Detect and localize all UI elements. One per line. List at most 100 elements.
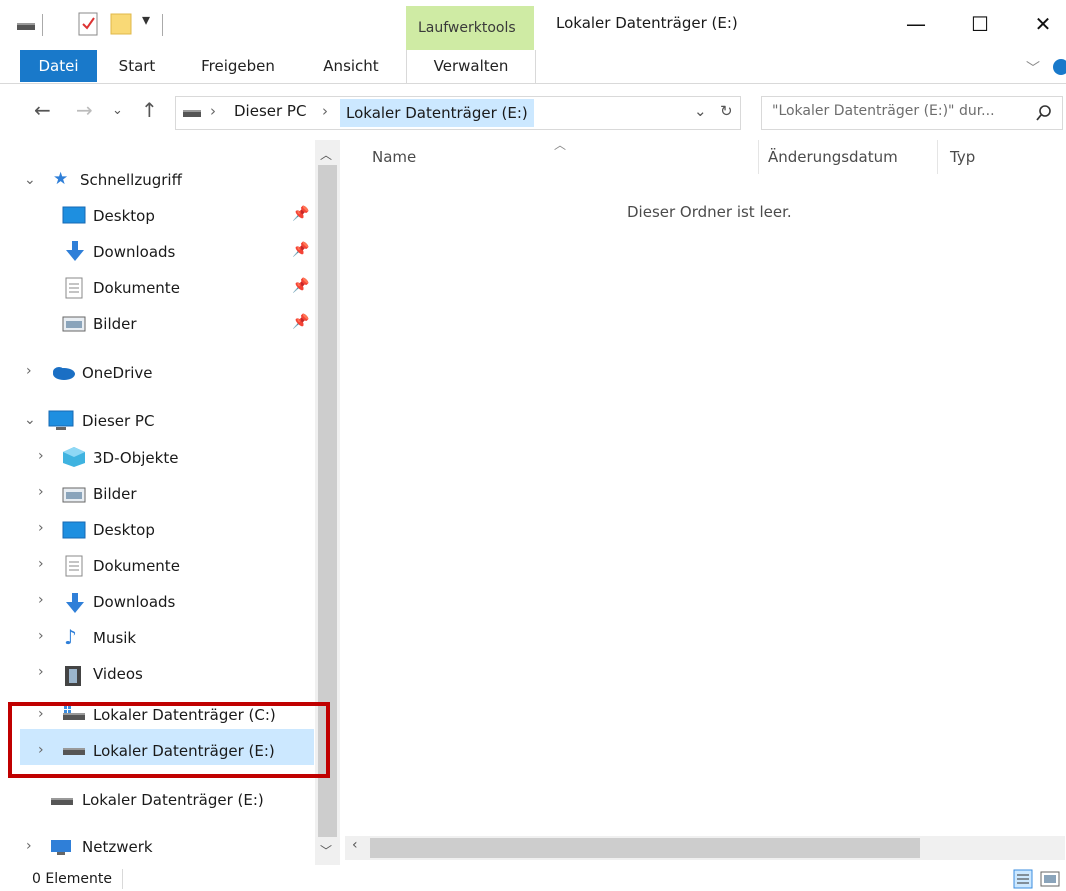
collapse-icon[interactable]: ⌄ (24, 172, 36, 188)
details-view-icon[interactable] (1013, 869, 1033, 889)
address-bar[interactable]: › Dieser PC › Lokaler Datenträger (E:) ⌄… (175, 96, 741, 130)
nav-item-downloads[interactable]: Downloads (93, 585, 175, 619)
scroll-down-icon[interactable]: ﹀ (320, 842, 332, 859)
drive-icon[interactable] (16, 20, 36, 32)
customize-toolbar-icon[interactable]: ▾ (142, 10, 150, 29)
expand-icon[interactable]: › (38, 484, 44, 500)
tab-start[interactable]: Start (108, 50, 166, 82)
back-icon[interactable]: ← (34, 98, 51, 122)
content-scrollbar-thumb[interactable] (370, 838, 920, 858)
context-tab-header: Laufwerktools (406, 6, 534, 50)
search-box[interactable]: "Lokaler Datenträger (E:)" dur... (761, 96, 1063, 130)
recent-locations-icon[interactable]: ⌄ (112, 103, 123, 118)
drive-icon (183, 110, 201, 117)
expand-icon[interactable]: › (26, 363, 32, 379)
tab-freigeben[interactable]: Freigeben (190, 50, 286, 82)
expand-icon[interactable]: › (38, 628, 44, 644)
nav-item-drive-c[interactable]: Lokaler Datenträger (C:) (93, 698, 276, 732)
pictures-icon (62, 487, 86, 503)
nav-item-schnellzugriff[interactable]: Schnellzugriff (80, 163, 182, 197)
up-icon[interactable]: ↑ (141, 98, 158, 122)
nav-item-dokumente[interactable]: Dokumente (93, 271, 180, 305)
nav-item-desktop[interactable]: Desktop (93, 199, 155, 233)
breadcrumb-separator: › (210, 102, 216, 120)
pin-icon[interactable]: 📌 (292, 278, 309, 294)
system-drive-icon (63, 706, 85, 720)
column-type[interactable]: Typ (950, 148, 975, 166)
breadcrumb-dieser-pc[interactable]: Dieser PC (234, 102, 306, 120)
drive-icon (63, 748, 85, 755)
tab-datei[interactable]: Datei (20, 50, 97, 82)
nav-item-onedrive[interactable]: OneDrive (82, 356, 153, 390)
ribbon-expand-icon[interactable]: ﹀ (1026, 58, 1040, 78)
column-divider[interactable] (758, 140, 759, 174)
downloads-icon (66, 593, 84, 613)
expand-icon[interactable]: › (38, 592, 44, 608)
videos-icon (65, 666, 81, 686)
nav-item-desktop[interactable]: Desktop (93, 513, 155, 547)
nav-item-downloads[interactable]: Downloads (93, 235, 175, 269)
3d-objects-icon (63, 447, 85, 467)
tab-verwalten[interactable]: Verwalten (406, 50, 536, 83)
nav-item-bilder[interactable]: Bilder (93, 477, 137, 511)
downloads-icon (66, 241, 84, 261)
maximize-button[interactable]: ☐ (957, 8, 1003, 40)
search-icon[interactable] (1036, 105, 1052, 121)
column-modified[interactable]: Änderungsdatum (768, 148, 898, 166)
this-pc-icon (48, 410, 74, 430)
expand-icon[interactable]: › (38, 664, 44, 680)
nav-item-videos[interactable]: Videos (93, 657, 143, 691)
documents-icon (65, 277, 83, 299)
breadcrumb-separator: › (322, 102, 328, 120)
item-count: 0 Elemente (32, 871, 112, 887)
separator (162, 14, 163, 36)
separator (122, 869, 123, 889)
pin-icon[interactable]: 📌 (292, 206, 309, 222)
nav-item-bilder[interactable]: Bilder (93, 307, 137, 341)
desktop-icon (62, 206, 86, 224)
new-folder-icon[interactable] (110, 12, 132, 36)
expand-icon[interactable]: › (38, 448, 44, 464)
nav-item-dieser-pc[interactable]: Dieser PC (82, 404, 154, 438)
pin-icon[interactable]: 📌 (292, 242, 309, 258)
expand-icon[interactable]: › (26, 838, 32, 854)
separator (42, 14, 43, 36)
scroll-up-icon[interactable]: ︿ (320, 146, 332, 163)
breadcrumb-current[interactable]: Lokaler Datenträger (E:) (340, 99, 534, 127)
expand-icon[interactable]: › (38, 742, 44, 758)
ribbon-tabs: Datei Start Freigeben Ansicht Verwalten … (0, 50, 1066, 84)
documents-icon (65, 555, 83, 577)
expand-icon[interactable]: › (38, 520, 44, 536)
close-button[interactable]: ✕ (1020, 8, 1066, 40)
nav-item-netzwerk[interactable]: Netzwerk (82, 830, 153, 864)
properties-icon[interactable] (78, 12, 98, 36)
address-dropdown-icon[interactable]: ⌄ (694, 102, 707, 120)
scroll-left-icon[interactable]: ‹ (352, 837, 358, 853)
nav-item-drive-e[interactable]: Lokaler Datenträger (E:) (93, 734, 275, 768)
pictures-icon (62, 316, 86, 332)
pin-icon[interactable]: 📌 (292, 314, 309, 330)
expand-icon[interactable]: › (38, 706, 44, 722)
column-divider[interactable] (937, 140, 938, 174)
empty-folder-message: Dieser Ordner ist leer. (627, 203, 792, 221)
nav-item-musik[interactable]: Musik (93, 621, 136, 655)
tab-ansicht[interactable]: Ansicht (315, 50, 387, 82)
column-name[interactable]: Name (372, 148, 416, 166)
address-row: ← → ⌄ ↑ › Dieser PC › Lokaler Datenträge… (0, 94, 1066, 132)
collapse-icon[interactable]: ⌄ (24, 412, 36, 428)
nav-item-3d-objekte[interactable]: 3D-Objekte (93, 441, 178, 475)
nav-item-dokumente[interactable]: Dokumente (93, 549, 180, 583)
large-icons-view-icon[interactable] (1040, 869, 1060, 889)
forward-icon[interactable]: → (76, 98, 93, 122)
search-placeholder: "Lokaler Datenträger (E:)" dur... (772, 103, 995, 119)
sort-indicator-icon: ︿ (554, 138, 567, 152)
onedrive-icon (53, 367, 75, 380)
minimize-button[interactable]: — (893, 8, 939, 40)
status-bar: 0 Elemente (0, 865, 1066, 891)
help-icon[interactable] (1052, 58, 1066, 76)
refresh-icon[interactable]: ↻ (720, 102, 733, 120)
nav-item-drive-e-root[interactable]: Lokaler Datenträger (E:) (82, 783, 264, 817)
network-icon (51, 840, 71, 855)
expand-icon[interactable]: › (38, 556, 44, 572)
drive-icon (51, 798, 73, 805)
